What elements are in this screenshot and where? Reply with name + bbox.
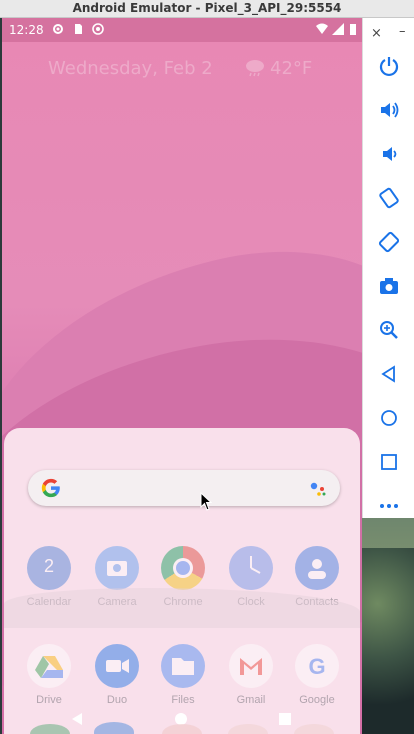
at-a-glance-widget[interactable]: Wednesday, Feb 2 42°F — [2, 56, 362, 80]
rotate-left-icon — [379, 187, 399, 209]
google-g-icon — [41, 478, 60, 498]
home-button[interactable] — [371, 400, 407, 436]
app-duo[interactable]: Duo — [82, 644, 152, 706]
google-icon: G — [295, 644, 339, 688]
back-icon — [381, 365, 395, 383]
volume-down-icon — [383, 147, 397, 161]
more-button[interactable] — [371, 488, 407, 524]
app-label: Google — [299, 694, 335, 706]
app-row-peek — [2, 718, 362, 734]
chrome-icon — [161, 546, 205, 590]
clock-icon — [229, 546, 273, 590]
mouse-cursor-icon — [200, 492, 213, 511]
home-icon — [381, 410, 397, 426]
app-drawer[interactable]: 2 Calendar Camera Chrome — [4, 428, 360, 734]
drive-icon — [27, 644, 71, 688]
status-bar[interactable]: 12:28 — [2, 18, 362, 42]
contacts-icon — [295, 546, 339, 590]
rotate-right-button[interactable] — [371, 224, 407, 260]
app-gmail[interactable]: Gmail — [216, 644, 286, 706]
overview-button[interactable] — [371, 444, 407, 480]
more-icon — [380, 504, 398, 508]
rotate-right-icon — [378, 231, 400, 253]
zoom-button[interactable] — [371, 312, 407, 348]
power-button[interactable] — [371, 48, 407, 84]
google-search-bar[interactable] — [28, 470, 340, 506]
emulator-titlebar: Android Emulator - Pixel_3_API_29:5554 — [0, 0, 414, 18]
signal-icon — [332, 23, 344, 35]
back-button[interactable] — [371, 356, 407, 392]
cloud-rain-icon — [246, 60, 264, 77]
settings-icon — [53, 24, 63, 34]
files-icon — [161, 644, 205, 688]
app-drive[interactable]: Drive — [14, 644, 84, 706]
wifi-icon — [316, 23, 328, 34]
zoom-icon — [380, 321, 398, 339]
app-label: Files — [171, 694, 195, 706]
calendar-icon: 2 — [27, 546, 71, 590]
status-time: 12:28 — [9, 23, 44, 37]
app-label: Drive — [36, 694, 62, 706]
sd-card-icon — [75, 24, 82, 34]
app-label: Duo — [106, 694, 128, 706]
svg-text:G: G — [308, 654, 325, 679]
volume-down-button[interactable] — [371, 136, 407, 172]
desktop-wallpaper-rocks — [362, 548, 414, 734]
power-icon — [379, 57, 399, 77]
minimize-button[interactable]: – — [399, 24, 406, 39]
sync-icon — [92, 23, 104, 35]
gmail-icon — [229, 644, 273, 688]
rotate-left-button[interactable] — [371, 180, 407, 216]
volume-up-button[interactable] — [371, 92, 407, 128]
glance-temperature[interactable]: 42°F — [270, 58, 312, 79]
assistant-dots-icon[interactable] — [308, 479, 328, 499]
volume-up-icon — [381, 102, 399, 118]
window-title: Android Emulator - Pixel_3_API_29:5554 — [72, 1, 342, 15]
overview-icon — [381, 454, 397, 470]
glance-date[interactable]: Wednesday, Feb 2 — [48, 58, 213, 79]
camera-icon — [95, 546, 139, 590]
emulator-toolbar: × – — [362, 18, 414, 518]
screenshot-icon — [380, 278, 398, 294]
battery-icon — [350, 24, 356, 35]
app-google[interactable]: G Google — [282, 644, 352, 706]
duo-icon — [95, 644, 139, 688]
close-button[interactable]: × — [371, 26, 382, 41]
app-label: Gmail — [236, 694, 266, 706]
screenshot-button[interactable] — [371, 268, 407, 304]
app-files[interactable]: Files — [148, 644, 218, 706]
phone-screen[interactable]: 12:28 Wednesday, Feb 2 42°F 2 Drive Duo … — [2, 18, 362, 734]
